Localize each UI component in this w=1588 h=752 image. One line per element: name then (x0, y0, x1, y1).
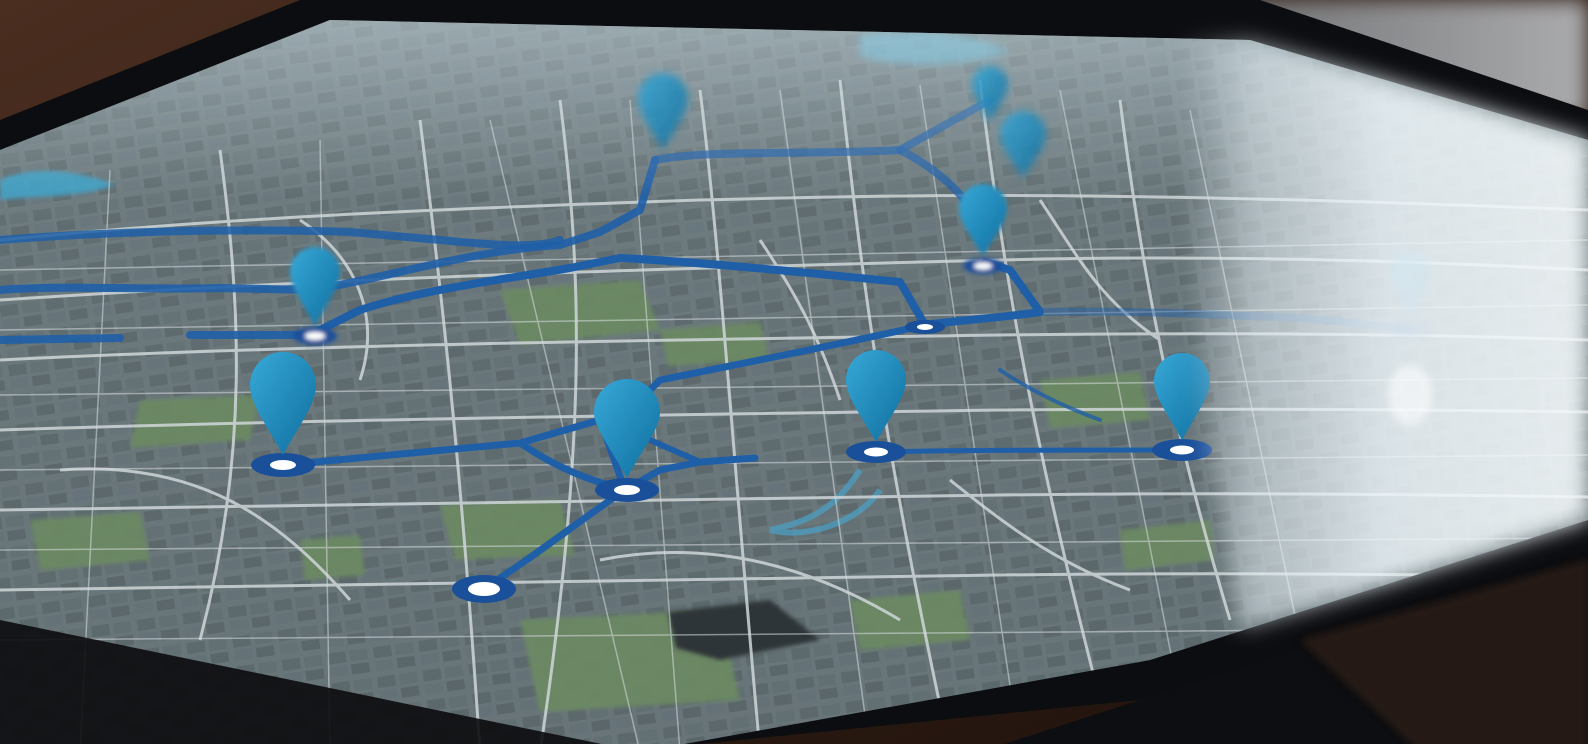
pin-7[interactable] (250, 352, 316, 477)
glare-highlight (1388, 365, 1432, 425)
pin-9[interactable] (846, 350, 906, 463)
scene (0, 0, 1588, 752)
pin-base-dot (974, 262, 992, 270)
pin-11[interactable] (905, 320, 945, 334)
start-node[interactable] (452, 575, 516, 603)
pin-base-dot (917, 324, 933, 330)
pin-base-dot (270, 460, 296, 470)
pin-base-dot (305, 332, 325, 340)
pin-base-dot (864, 447, 888, 457)
photo (0, 0, 1588, 752)
pin-base-dot (614, 485, 640, 495)
pin-base-dot (1170, 445, 1194, 455)
bottom-border (0, 744, 1588, 752)
